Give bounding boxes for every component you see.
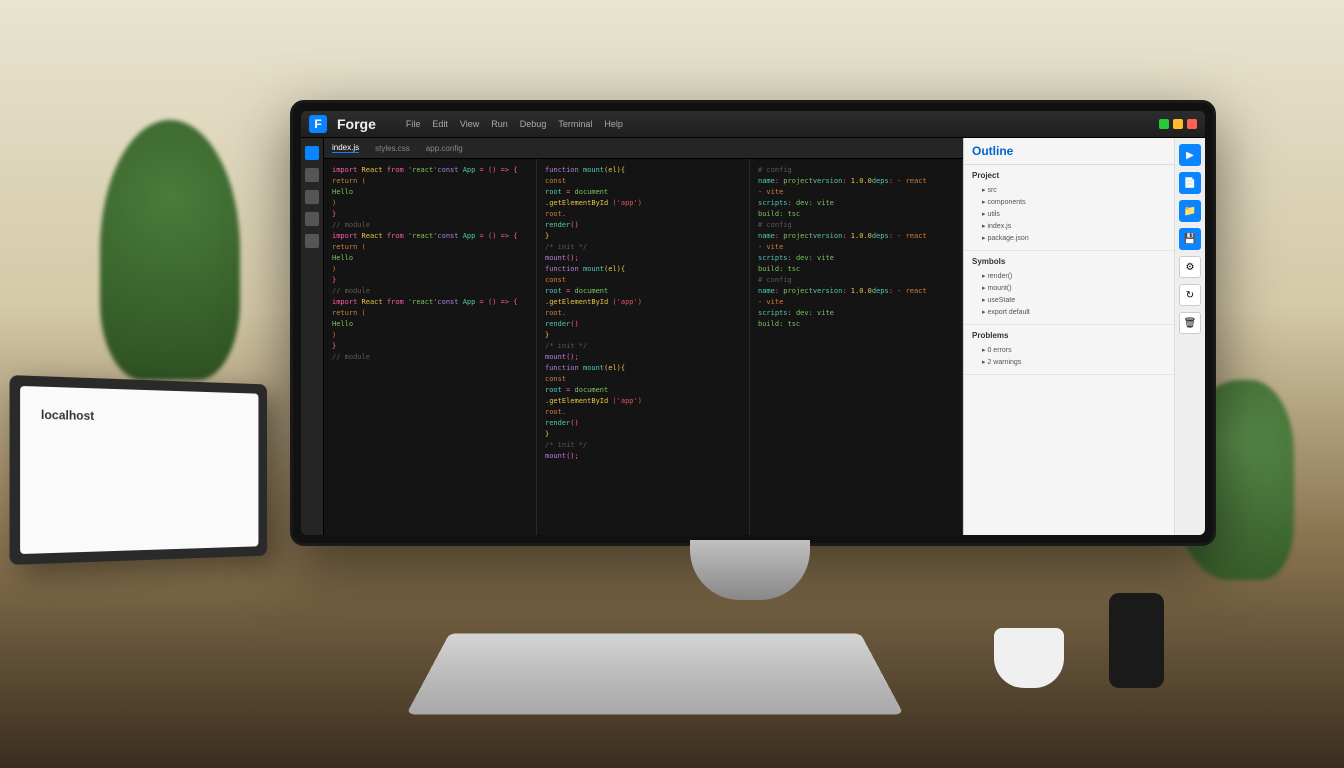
ide-window: F Forge File Edit View Run Debug Termina… (301, 111, 1205, 535)
git-icon[interactable] (305, 190, 319, 204)
menu-item[interactable]: Edit (432, 119, 448, 129)
explorer-icon[interactable] (305, 146, 319, 160)
panel-section: Problems ▸ 0 errors▸ 2 warnings (964, 325, 1174, 375)
section-title: Problems (972, 331, 1166, 340)
app-logo-icon: F (309, 115, 327, 133)
laptop: localhost (10, 375, 267, 565)
outline-item[interactable]: ▸ useState (972, 294, 1166, 306)
outline-item[interactable]: ▸ components (972, 196, 1166, 208)
editor-tabs: index.js styles.css app.config (324, 138, 963, 159)
outline-item[interactable]: ▸ 2 warnings (972, 356, 1166, 368)
menu-item[interactable]: Run (491, 119, 508, 129)
tool-strip: ▶ 📄 📁 💾 ⚙ ↻ 🗑 (1174, 138, 1205, 535)
editor-group: index.js styles.css app.config import Re… (324, 138, 963, 535)
code-editor[interactable]: import React from 'react'const App = () … (324, 159, 963, 535)
editor-pane[interactable]: function mount(el){ const root = documen… (537, 159, 750, 535)
keyboard (406, 633, 904, 714)
close-icon[interactable] (1187, 119, 1197, 129)
outline-item[interactable]: ▸ src (972, 184, 1166, 196)
monitor-stand (690, 540, 810, 600)
coffee-mug (994, 628, 1064, 688)
menu-item[interactable]: Debug (520, 119, 547, 129)
search-icon[interactable] (305, 168, 319, 182)
menu-item[interactable]: Terminal (558, 119, 592, 129)
outline-item[interactable]: ▸ render() (972, 270, 1166, 282)
run-icon[interactable]: ▶ (1179, 144, 1201, 166)
app-name: Forge (337, 116, 376, 132)
menu-item[interactable]: View (460, 119, 479, 129)
main-area: index.js styles.css app.config import Re… (301, 138, 1205, 535)
outline-item[interactable]: ▸ 0 errors (972, 344, 1166, 356)
editor-pane[interactable]: import React from 'react'const App = () … (324, 159, 537, 535)
background-plant (100, 120, 240, 380)
panel-section: Symbols ▸ render()▸ mount()▸ useState▸ ex… (964, 251, 1174, 325)
tab[interactable]: styles.css (375, 144, 410, 153)
menu-item[interactable]: Help (604, 119, 623, 129)
trash-icon[interactable]: 🗑 (1179, 312, 1201, 334)
outline-item[interactable]: ▸ index.js (972, 220, 1166, 232)
editor-pane[interactable]: # configname: projectversion: 1.0.0deps:… (750, 159, 963, 535)
file-icon[interactable]: 📄 (1179, 172, 1201, 194)
section-title: Symbols (972, 257, 1166, 266)
section-title: Project (972, 171, 1166, 180)
tab[interactable]: app.config (426, 144, 463, 153)
menu-item[interactable]: File (406, 119, 421, 129)
window-controls (1159, 119, 1197, 129)
activity-bar (301, 138, 324, 535)
panel-title: Outline (964, 138, 1174, 165)
save-icon[interactable]: 💾 (1179, 228, 1201, 250)
outline-item[interactable]: ▸ export default (972, 306, 1166, 318)
main-menu: File Edit View Run Debug Terminal Help (406, 119, 623, 129)
tab[interactable]: index.js (332, 143, 359, 153)
laptop-screen: localhost (20, 386, 258, 554)
outline-item[interactable]: ▸ utils (972, 208, 1166, 220)
outline-item[interactable]: ▸ package.json (972, 232, 1166, 244)
gear-icon[interactable]: ⚙ (1179, 256, 1201, 278)
refresh-icon[interactable]: ↻ (1179, 284, 1201, 306)
minimize-icon[interactable] (1159, 119, 1169, 129)
titlebar: F Forge File Edit View Run Debug Termina… (301, 111, 1205, 138)
monitor: F Forge File Edit View Run Debug Termina… (290, 100, 1216, 546)
folder-icon[interactable]: 📁 (1179, 200, 1201, 222)
outline-panel: Outline Project▸ src▸ components▸ utils▸… (963, 138, 1174, 535)
debug-icon[interactable] (305, 212, 319, 226)
panel-section: Project ▸ src▸ components▸ utils▸ index.j… (964, 165, 1174, 251)
maximize-icon[interactable] (1173, 119, 1183, 129)
outline-item[interactable]: ▸ mount() (972, 282, 1166, 294)
extensions-icon[interactable] (305, 234, 319, 248)
phone (1109, 593, 1164, 688)
